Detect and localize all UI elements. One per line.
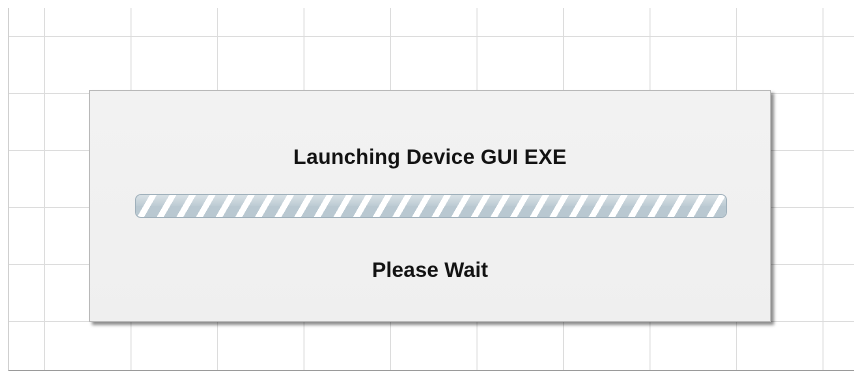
progress-bar: [135, 194, 727, 218]
desktop-canvas: Launching Device GUI EXE Please Wait: [0, 0, 854, 379]
progress-bar-fill: [136, 195, 726, 217]
status-text: Please Wait: [372, 259, 488, 282]
dialog-title: Launching Device GUI EXE: [293, 146, 567, 169]
launch-progress-dialog: Launching Device GUI EXE Please Wait: [89, 90, 771, 322]
